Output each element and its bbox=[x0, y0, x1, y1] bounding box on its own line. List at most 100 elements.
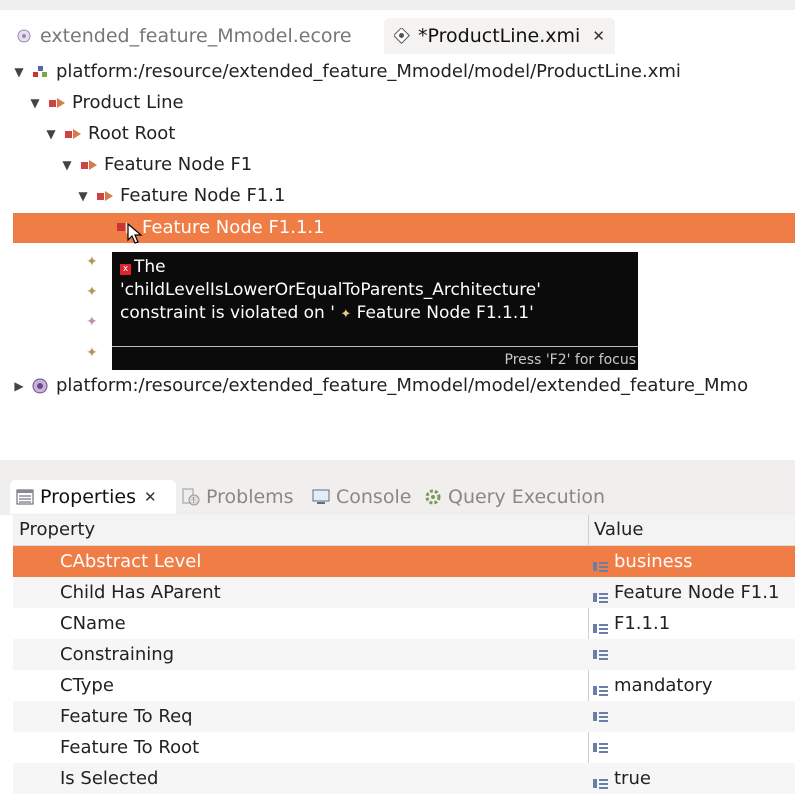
table-row[interactable]: CAbstract Level business bbox=[13, 546, 795, 577]
resource-icon bbox=[32, 65, 50, 79]
error-icon: x bbox=[120, 264, 131, 275]
tree-item-resource[interactable]: ▼ platform:/resource/extended_feature_Mm… bbox=[12, 56, 681, 87]
tooltip-line-3-value: Feature Node F1.1.1' bbox=[356, 303, 534, 323]
property-column-header[interactable]: Property bbox=[19, 519, 95, 540]
property-value[interactable]: true bbox=[593, 768, 651, 789]
value-icon bbox=[593, 706, 608, 722]
table-row[interactable]: CName F1.1.1 bbox=[13, 608, 795, 639]
table-row[interactable]: CType mandatory bbox=[13, 670, 795, 701]
tab-label: Problems bbox=[206, 486, 294, 508]
property-name: Feature To Root bbox=[60, 737, 200, 758]
property-value[interactable] bbox=[593, 737, 614, 753]
value-icon bbox=[593, 618, 608, 634]
tooltip-line-3-prefix: constraint is violated on ' bbox=[120, 303, 335, 323]
collapsed-arrow-icon[interactable]: ▶ bbox=[12, 379, 26, 393]
value-icon bbox=[593, 587, 608, 603]
tree-item-root[interactable]: ▼ Root Root bbox=[44, 118, 175, 149]
tree-item-f1[interactable]: ▼ Feature Node F1 bbox=[60, 149, 252, 180]
gear-icon bbox=[424, 488, 442, 506]
tab-productline-xmi[interactable]: *ProductLine.xmi ✕ bbox=[384, 18, 615, 54]
tree-label: Root Root bbox=[88, 123, 176, 144]
tab-label: extended_feature_Mmodel.ecore bbox=[40, 25, 352, 47]
property-name: CAbstract Level bbox=[60, 551, 202, 572]
tab-properties[interactable]: Properties ✕ bbox=[10, 480, 176, 514]
svg-text:!: ! bbox=[192, 496, 195, 505]
window-top-strip bbox=[0, 0, 795, 10]
feature-icon: ✦ bbox=[86, 284, 98, 300]
table-row[interactable]: Child Has AParent Feature Node F1.1 bbox=[13, 577, 795, 608]
property-name: Child Has AParent bbox=[60, 582, 221, 603]
tree-item-product-line[interactable]: ▼ Product Line bbox=[28, 87, 184, 118]
close-icon[interactable]: ✕ bbox=[592, 27, 605, 45]
property-value[interactable]: mandatory bbox=[593, 675, 713, 696]
mouse-cursor-icon bbox=[127, 222, 143, 249]
tab-console[interactable]: Console bbox=[312, 480, 411, 514]
model-object-icon bbox=[96, 189, 114, 203]
property-name: CType bbox=[60, 675, 114, 696]
feature-icon: ✦ bbox=[86, 345, 98, 361]
tree-label: platform:/resource/extended_feature_Mmod… bbox=[56, 375, 749, 396]
property-name: Is Selected bbox=[60, 768, 159, 789]
tab-ecore[interactable]: extended_feature_Mmodel.ecore bbox=[16, 18, 352, 54]
properties-table-header: Property Value bbox=[13, 515, 795, 546]
tab-label: Console bbox=[336, 486, 412, 508]
value-column-header[interactable]: Value bbox=[594, 519, 643, 540]
tree-label: Feature Node F1 bbox=[104, 154, 253, 175]
table-row[interactable]: Constraining bbox=[13, 639, 795, 670]
property-name: Constraining bbox=[60, 644, 175, 665]
close-icon[interactable]: ✕ bbox=[144, 488, 157, 506]
feature-icon: ✦ bbox=[86, 254, 98, 270]
tab-label: Query Execution bbox=[448, 486, 606, 508]
value-icon bbox=[593, 644, 608, 660]
tab-label: *ProductLine.xmi bbox=[418, 25, 581, 47]
expand-arrow-icon[interactable]: ▼ bbox=[44, 127, 58, 141]
console-icon bbox=[312, 489, 330, 505]
tree-label: Feature Node F1.1 bbox=[120, 185, 286, 206]
tree-item-f11[interactable]: ▼ Feature Node F1.1 bbox=[76, 180, 285, 211]
model-object-icon bbox=[80, 158, 98, 172]
tab-label: Properties bbox=[40, 486, 137, 508]
view-tab-bar: Properties ✕ ! Problems Console Query Ex… bbox=[0, 460, 795, 515]
property-value[interactable] bbox=[593, 706, 614, 722]
tooltip-line-2: 'childLevelIsLowerOrEqualToParents_Archi… bbox=[120, 280, 541, 300]
value-icon bbox=[593, 556, 608, 572]
properties-view: Properties ✕ ! Problems Console Query Ex… bbox=[0, 460, 795, 794]
properties-icon bbox=[16, 489, 34, 505]
property-value[interactable]: business bbox=[593, 551, 692, 572]
property-value[interactable] bbox=[593, 644, 614, 660]
tree-label: Feature Node F1.1.1 bbox=[142, 217, 325, 238]
tab-problems[interactable]: ! Problems bbox=[182, 480, 294, 514]
xmi-file-icon bbox=[394, 28, 410, 44]
ecore-resource-icon bbox=[32, 378, 50, 393]
expand-arrow-icon[interactable]: ▼ bbox=[28, 96, 42, 110]
tree-item-f111-selected[interactable]: Feature Node F1.1.1 bbox=[13, 213, 795, 244]
property-value[interactable]: Feature Node F1.1 bbox=[593, 582, 779, 603]
problems-icon: ! bbox=[182, 488, 200, 506]
tooltip-focus-hint: Press 'F2' for focus bbox=[504, 352, 636, 368]
tab-query-execution[interactable]: Query Execution bbox=[424, 480, 605, 514]
table-row[interactable]: Feature To Req bbox=[13, 701, 795, 732]
property-value[interactable]: F1.1.1 bbox=[593, 613, 670, 634]
model-object-icon bbox=[64, 127, 82, 141]
expand-arrow-icon[interactable]: ▼ bbox=[12, 65, 26, 79]
model-object-icon bbox=[48, 96, 66, 110]
tooltip-separator bbox=[112, 346, 638, 347]
table-row[interactable]: Feature To Root bbox=[13, 732, 795, 763]
value-icon bbox=[593, 680, 608, 696]
tooltip-line-1: The bbox=[134, 257, 166, 277]
constraint-violation-tooltip: x The 'childLevelIsLowerOrEqualToParents_… bbox=[112, 252, 638, 370]
feature-icon: ✦ bbox=[86, 314, 98, 330]
property-name: Feature To Req bbox=[60, 706, 193, 727]
tree-label: Product Line bbox=[72, 92, 184, 113]
expand-arrow-icon[interactable]: ▼ bbox=[60, 158, 74, 172]
tree-label: platform:/resource/extended_feature_Mmod… bbox=[56, 61, 681, 82]
feature-icon: ✦ bbox=[340, 307, 352, 322]
editor-tab-bar: extended_feature_Mmodel.ecore *ProductLi… bbox=[0, 10, 795, 54]
ecore-file-icon bbox=[16, 28, 32, 44]
table-row[interactable]: Is Selected true bbox=[13, 763, 795, 794]
tree-item-resource-2[interactable]: ▶ platform:/resource/extended_feature_Mm… bbox=[12, 370, 748, 401]
value-icon bbox=[593, 737, 608, 753]
property-name: CName bbox=[60, 613, 126, 634]
value-icon bbox=[593, 773, 608, 789]
expand-arrow-icon[interactable]: ▼ bbox=[76, 189, 90, 203]
